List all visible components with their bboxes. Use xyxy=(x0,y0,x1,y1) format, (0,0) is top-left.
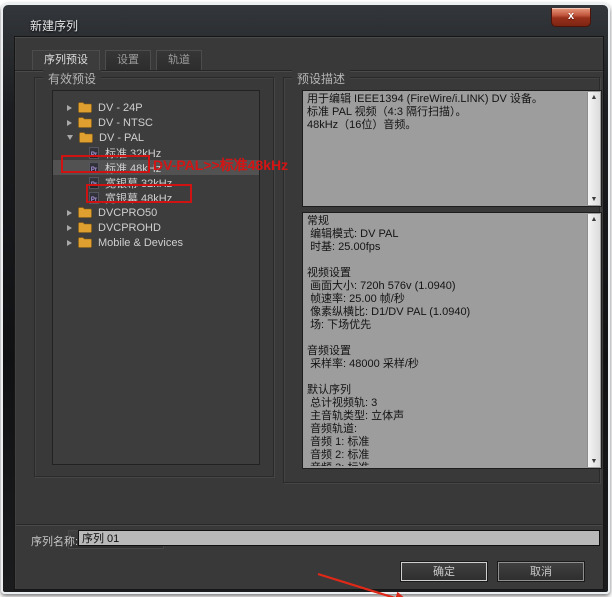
preset-summary-text: 用于编辑 IEEE1394 (FireWire/i.LINK) DV 设备。 标… xyxy=(307,93,543,131)
folder-open-icon xyxy=(79,132,93,143)
premiere-preset-icon: Pr xyxy=(89,161,99,174)
tree-item-dvcprohd[interactable]: DVCPROHD xyxy=(53,220,259,235)
tree-item-label: 标准 32kHz xyxy=(105,147,162,160)
preset-tree: DV - 24P DV - NTSC DV - PAL Pr 标准 32kHz … xyxy=(52,90,260,465)
scroll-up-icon[interactable]: ▲ xyxy=(588,92,600,103)
scrollbar[interactable]: ▲ ▼ xyxy=(587,92,600,205)
preset-details-text: 常规 编辑模式: DV PAL 时基: 25.00fps 视频设置 画面大小: … xyxy=(307,215,471,466)
available-presets-group: 有效预设 DV - 24P DV - NTSC DV - PAL Pr 标准 3… xyxy=(34,70,274,549)
tree-item-dvcpro50[interactable]: DVCPRO50 xyxy=(53,205,259,220)
available-presets-title: 有效预设 xyxy=(43,70,102,87)
tree-item-mobile-devices[interactable]: Mobile & Devices xyxy=(53,235,259,250)
dialog-content: 序列预设 设置 轨道 有效预设 DV - 24P DV - NTSC DV - … xyxy=(14,36,604,597)
tree-item-label: 宽银幕 32kHz xyxy=(105,177,173,190)
premiere-preset-icon: Pr xyxy=(89,176,99,189)
folder-icon xyxy=(78,207,92,218)
tree-item-label: Mobile & Devices xyxy=(98,236,183,249)
premiere-preset-icon: Pr xyxy=(89,146,99,159)
tree-item-widescreen-48khz[interactable]: Pr 宽银幕 48kHz xyxy=(53,190,259,205)
folder-icon xyxy=(78,117,92,128)
scrollbar[interactable]: ▲ ▼ xyxy=(587,214,600,467)
folder-icon xyxy=(78,102,92,113)
chevron-right-icon[interactable] xyxy=(67,209,72,216)
ok-button[interactable]: 确定 xyxy=(401,562,487,581)
tree-item-dvpal[interactable]: DV - PAL xyxy=(53,130,259,145)
tree-item-dv24p[interactable]: DV - 24P xyxy=(53,100,259,115)
tree-item-standard-48khz[interactable]: Pr 标准 48kHz xyxy=(53,160,259,175)
tree-item-label: DV - 24P xyxy=(98,101,143,114)
close-button[interactable]: x xyxy=(551,8,591,27)
chevron-right-icon[interactable] xyxy=(67,104,72,111)
tree-item-label: DVCPROHD xyxy=(98,221,161,234)
folder-icon xyxy=(78,237,92,248)
tab-sequence-presets[interactable]: 序列预设 xyxy=(32,50,100,70)
sequence-name-label: 序列名称: xyxy=(31,536,79,548)
preset-description-group: 预设描述 用于编辑 IEEE1394 (FireWire/i.LINK) DV … xyxy=(283,70,602,483)
tree-item-label: 宽银幕 48kHz xyxy=(105,192,173,205)
scroll-down-icon[interactable]: ▼ xyxy=(588,456,600,467)
tree-item-label: DV - PAL xyxy=(99,131,145,144)
new-sequence-dialog: 新建序列 x 序列预设 设置 轨道 有效预设 DV - 24P DV - NTS… xyxy=(1,3,610,597)
tree-item-widescreen-32khz[interactable]: Pr 宽银幕 32kHz xyxy=(53,175,259,190)
chevron-right-icon[interactable] xyxy=(67,119,72,126)
chevron-down-icon[interactable] xyxy=(67,135,73,140)
chevron-right-icon[interactable] xyxy=(67,239,72,246)
divider xyxy=(16,524,602,526)
scroll-up-icon[interactable]: ▲ xyxy=(588,214,600,225)
preset-summary-box: 用于编辑 IEEE1394 (FireWire/i.LINK) DV 设备。 标… xyxy=(302,90,602,207)
folder-icon xyxy=(78,222,92,233)
tab-strip: 序列预设 设置 轨道 xyxy=(32,50,202,70)
title-bar[interactable]: 新建序列 x xyxy=(6,8,605,36)
tree-item-label: DV - NTSC xyxy=(98,116,153,129)
premiere-preset-icon: Pr xyxy=(89,191,99,204)
cancel-button[interactable]: 取消 xyxy=(498,562,584,581)
scroll-down-icon[interactable]: ▼ xyxy=(588,194,600,205)
window-title: 新建序列 xyxy=(30,19,79,33)
chevron-right-icon[interactable] xyxy=(67,224,72,231)
tab-tracks[interactable]: 轨道 xyxy=(156,50,202,70)
tree-item-label: 标准 48kHz xyxy=(105,162,162,175)
tree-item-standard-32khz[interactable]: Pr 标准 32kHz xyxy=(53,145,259,160)
preset-details-box: 常规 编辑模式: DV PAL 时基: 25.00fps 视频设置 画面大小: … xyxy=(302,212,602,469)
tree-item-dvntsc[interactable]: DV - NTSC xyxy=(53,115,259,130)
tree-item-label: DVCPRO50 xyxy=(98,206,158,219)
sequence-name-input[interactable] xyxy=(78,530,600,546)
screenshot: 新建序列 x 序列预设 设置 轨道 有效预设 DV - 24P DV - NTS… xyxy=(0,0,612,597)
tab-settings[interactable]: 设置 xyxy=(105,50,151,70)
preset-description-title: 预设描述 xyxy=(292,70,351,87)
